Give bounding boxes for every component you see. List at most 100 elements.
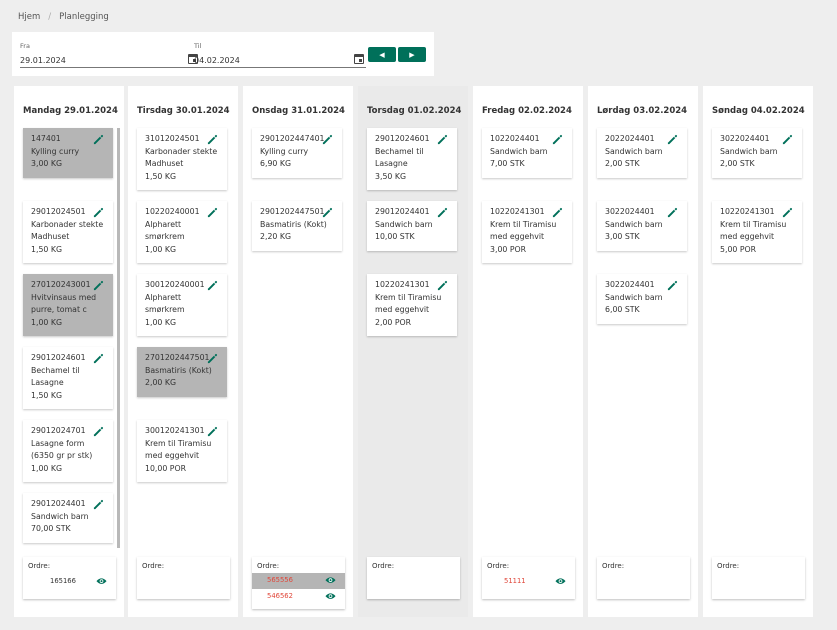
production-card[interactable]: 10220241301 Krem til Tiramisu med eggehvit… (482, 201, 572, 263)
card-quantity: 3,00 KG (31, 159, 62, 168)
pencil-icon[interactable] (207, 280, 218, 291)
order-label: Ordre: (372, 562, 395, 570)
from-date-field[interactable]: Fra 29.01.2024 (20, 40, 200, 68)
to-date-value[interactable]: 04.02.2024 (194, 56, 240, 65)
order-number[interactable]: 51111 (504, 577, 526, 585)
production-card[interactable]: 3022024401 Sandwich barn 3,00 STK (597, 201, 687, 251)
card-name: Alpharett (145, 292, 182, 302)
pencil-icon[interactable] (322, 134, 333, 145)
production-card[interactable]: 10220240001 Alpharett smørkrem 1,00 KG (137, 201, 227, 263)
production-card[interactable]: 1022024401 Sandwich barn 7,00 STK (482, 128, 572, 178)
order-number[interactable]: 165166 (50, 577, 76, 585)
pencil-icon[interactable] (782, 134, 793, 145)
pencil-icon[interactable] (437, 280, 448, 291)
card-quantity: 3,50 KG (375, 171, 406, 181)
order-box: Ordre: 565556 546562 (252, 557, 345, 609)
production-card[interactable]: 29012024701 Lasagne form (6350 gr pr stk) 1… (23, 420, 113, 482)
production-card[interactable]: 300120240001 Alpharett smørkrem 1,00 KG (137, 274, 227, 336)
production-card[interactable]: 10220241301 Krem til Tiramisu med eggehvit… (712, 201, 802, 263)
day-header: Onsdag 31.01.2024 (252, 106, 345, 116)
card-name: Krem til Tiramisu (720, 219, 787, 229)
pencil-icon[interactable] (552, 134, 563, 145)
pencil-icon[interactable] (667, 280, 678, 291)
production-card[interactable]: 2901202447501 Basmatiris (Kokt) 2,20 KG (252, 201, 342, 251)
order-box: Ordre: (367, 557, 460, 599)
production-card[interactable]: 270120243001 Hvitvinsaus med purre, tomat … (23, 274, 113, 336)
production-card[interactable]: 3022024401 Sandwich barn 2,00 STK (712, 128, 802, 178)
production-card[interactable]: 2701202447501 Basmatiris (Kokt) 2,00 KG (137, 347, 227, 397)
card-quantity: 3,00 STK (605, 232, 640, 241)
breadcrumb-separator: / (48, 12, 52, 22)
pencil-icon[interactable] (552, 207, 563, 218)
production-card[interactable]: 29012024401 Sandwich barn 70,00 STK (23, 493, 113, 543)
next-week-button[interactable]: ▶ (398, 47, 426, 62)
order-number[interactable]: 546562 (267, 592, 293, 600)
day-column: Tirsdag 30.01.2024 31012024501 Karbonader … (128, 86, 238, 617)
production-card[interactable]: 29012024501 Karbonader stekte Madhuset 1,50… (23, 201, 113, 263)
card-quantity: 70,00 STK (31, 524, 71, 533)
pencil-icon[interactable] (667, 134, 678, 145)
day-column: Mandag 29.01.2024 147401 Kylling curry 3,00… (14, 86, 124, 617)
eye-icon[interactable] (96, 577, 107, 586)
production-card[interactable]: 31012024501 Karbonader stekte Madhuset 1,50… (137, 128, 227, 190)
production-card[interactable]: 29012024601 Bechamel til Lasagne 3,50 KG (367, 128, 457, 190)
pencil-icon[interactable] (667, 207, 678, 218)
pencil-icon[interactable] (782, 207, 793, 218)
pencil-icon[interactable] (207, 426, 218, 437)
production-card[interactable]: 10220241301 Krem til Tiramisu med eggehvit… (367, 274, 457, 336)
chevron-right-icon: ▶ (409, 50, 415, 59)
card-name: Krem til Tiramisu (145, 438, 212, 448)
card-name: Bechamel til (375, 146, 424, 156)
card-quantity: 1,50 KG (31, 390, 62, 400)
pencil-icon[interactable] (93, 134, 104, 145)
pencil-icon[interactable] (207, 207, 218, 218)
card-name: Hvitvinsaus med (31, 292, 97, 302)
eye-icon[interactable] (325, 576, 336, 585)
card-name: Krem til Tiramisu (490, 219, 557, 229)
card-name-line2: smørkrem (145, 232, 185, 241)
pencil-icon[interactable] (322, 207, 333, 218)
pencil-icon[interactable] (93, 207, 104, 218)
from-date-value[interactable]: 29.01.2024 (20, 56, 66, 65)
card-name-line2: Madhuset (145, 159, 184, 168)
to-date-label: Til (194, 42, 202, 50)
production-card[interactable]: 29012024601 Bechamel til Lasagne 1,50 KG (23, 347, 113, 409)
order-number[interactable]: 565556 (267, 576, 293, 584)
card-quantity: 1,00 KG (31, 463, 62, 473)
order-row[interactable]: 546562 (252, 589, 345, 605)
card-quantity: 2,20 KG (260, 232, 291, 241)
eye-icon[interactable] (555, 577, 566, 586)
pencil-icon[interactable] (437, 207, 448, 218)
order-row[interactable]: 51111 (482, 574, 575, 590)
production-card[interactable]: 3022024401 Sandwich barn 6,00 STK (597, 274, 687, 324)
card-quantity: 1,00 KG (31, 317, 62, 327)
order-row[interactable]: 165166 (23, 574, 116, 590)
pencil-icon[interactable] (93, 499, 104, 510)
card-quantity: 7,00 STK (490, 159, 525, 168)
from-date-label: Fra (20, 42, 30, 50)
pencil-icon[interactable] (93, 426, 104, 437)
calendar-icon[interactable] (354, 54, 364, 64)
card-name-line2: med eggehvit (145, 451, 200, 460)
production-card[interactable]: 2022024401 Sandwich barn 2,00 STK (597, 128, 687, 178)
scrollbar[interactable] (117, 128, 120, 548)
to-date-field[interactable]: Til 04.02.2024 (194, 40, 366, 68)
pencil-icon[interactable] (437, 134, 448, 145)
order-row[interactable]: 565556 (252, 573, 345, 589)
production-card[interactable]: 147401 Kylling curry 3,00 KG (23, 128, 113, 178)
production-card[interactable]: 300120241301 Krem til Tiramisu med eggehvi… (137, 420, 227, 482)
breadcrumb-home-link[interactable]: Hjem (18, 12, 40, 22)
day-header: Tirsdag 30.01.2024 (137, 106, 230, 116)
pencil-icon[interactable] (93, 280, 104, 291)
production-card[interactable]: 2901202447401 Kylling curry 6,90 KG (252, 128, 342, 178)
pencil-icon[interactable] (207, 134, 218, 145)
previous-week-button[interactable]: ◀ (368, 47, 396, 62)
order-box: Ordre: (597, 557, 690, 599)
card-name: Karbonader stekte (31, 219, 104, 229)
eye-icon[interactable] (325, 592, 336, 601)
card-quantity: 6,00 STK (605, 305, 640, 314)
pencil-icon[interactable] (93, 353, 104, 364)
card-name-line2: Lasagne (31, 378, 64, 387)
production-card[interactable]: 29012024401 Sandwich barn 10,00 STK (367, 201, 457, 251)
pencil-icon[interactable] (207, 353, 218, 364)
